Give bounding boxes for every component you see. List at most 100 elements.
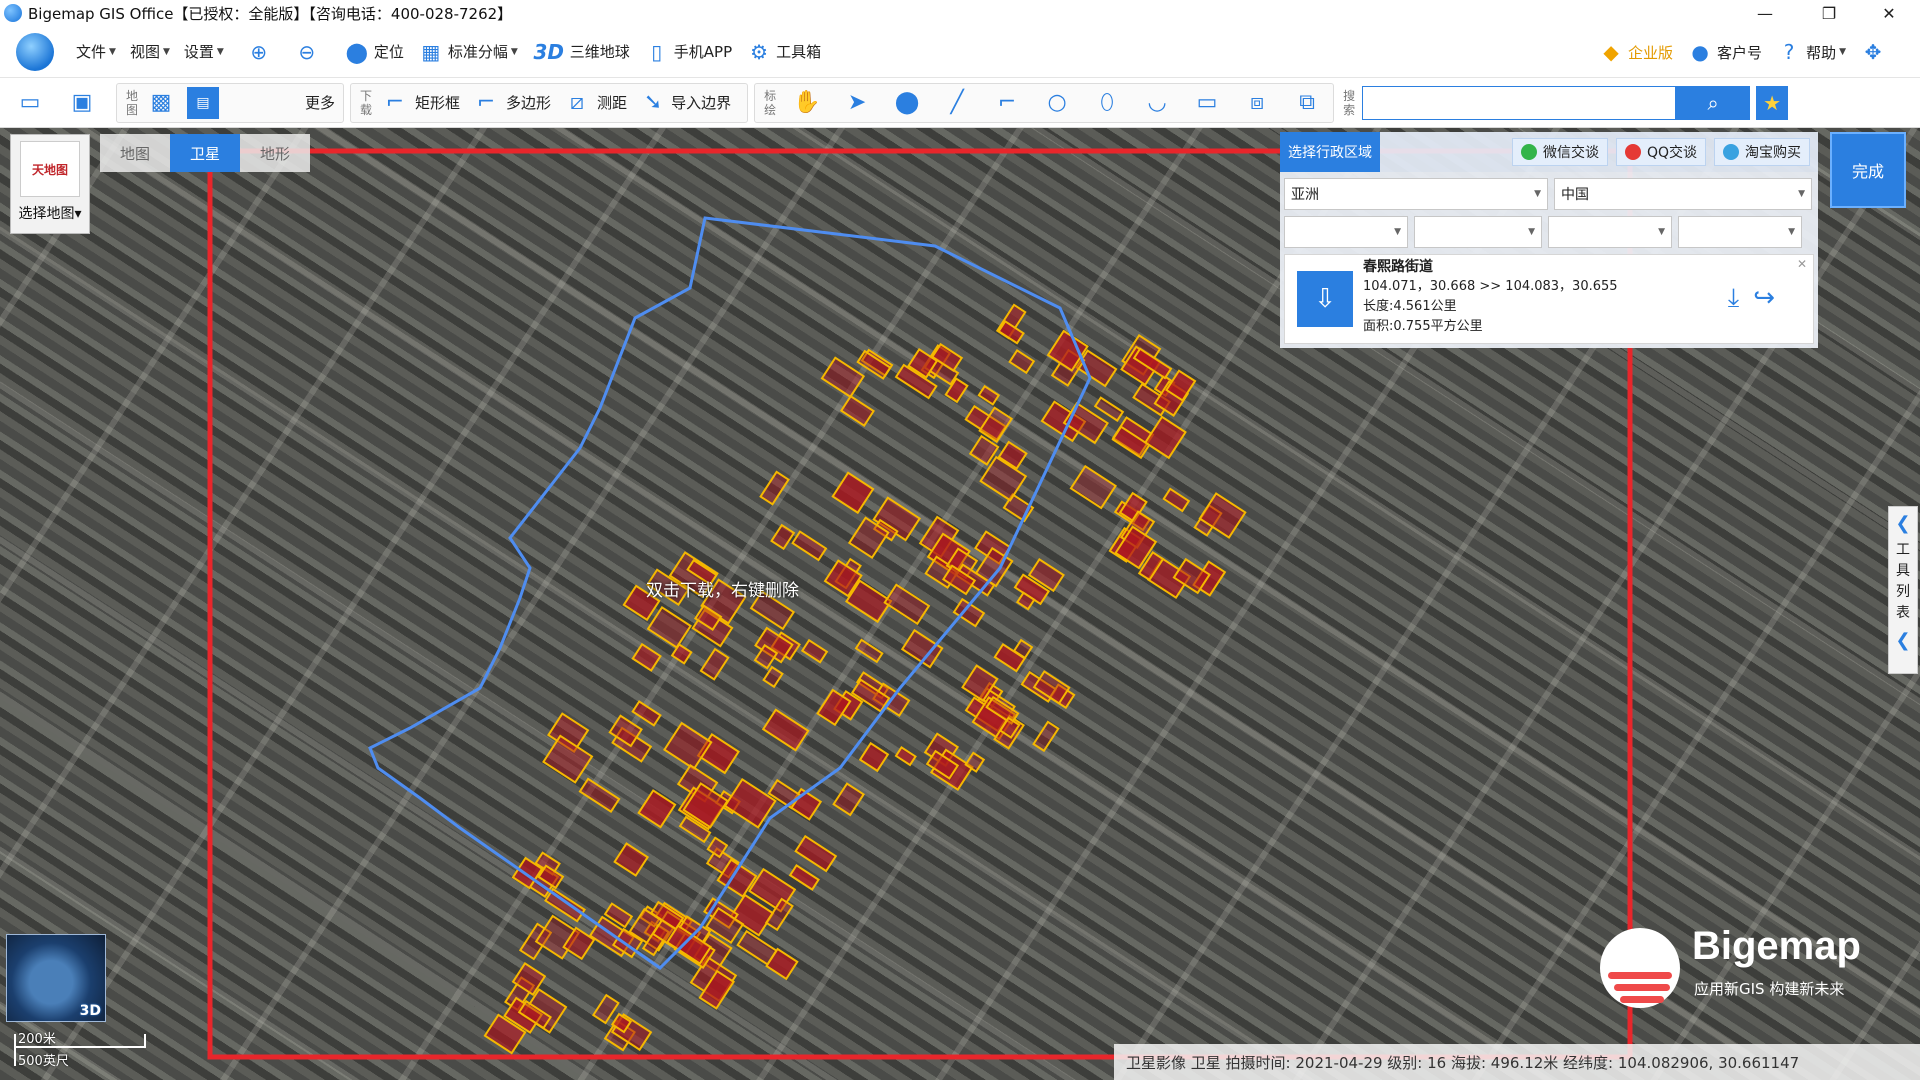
tab-map[interactable]: 地图 (100, 134, 170, 172)
help-button[interactable]: ? 帮助 ▼ (1776, 39, 1846, 65)
close-icon[interactable]: ✕ (1797, 257, 1807, 271)
expand-button[interactable]: ✥ (1860, 39, 1890, 65)
locate-button[interactable]: ⬤ 定位 (344, 39, 404, 65)
close-button[interactable]: ✕ (1866, 0, 1912, 26)
taobao-buy-button[interactable]: 淘宝购买 (1714, 138, 1810, 166)
wechat-chat-button[interactable]: 微信交谈 (1511, 138, 1608, 166)
region-result-card[interactable]: ⇩ 春熙路街道 104.071，30.668 >> 104.083，30.655… (1284, 254, 1814, 344)
building-footprint (791, 530, 828, 562)
polygon-select-button[interactable]: ⌐ 多边形 (470, 87, 551, 119)
continent-select[interactable]: 亚洲 ▼ (1284, 178, 1548, 210)
wechat-label: 微信交谈 (1542, 145, 1599, 161)
building-footprints (483, 303, 1247, 1055)
restore-button[interactable]: ❐ (1806, 0, 1852, 26)
toolbox-button[interactable]: ⚙ 工具箱 (746, 39, 821, 65)
three-d-badge: 3D (79, 1003, 101, 1019)
minimize-button[interactable]: — (1742, 0, 1788, 26)
menu-settings[interactable]: 设置 ▼ (184, 41, 224, 62)
zoom-in-button[interactable]: ⊕ (246, 39, 276, 65)
satellite-thumb-icon[interactable]: ▤ (187, 86, 219, 119)
chevron-down-icon: ▼ (1394, 227, 1401, 237)
tab-terrain[interactable]: 地形 (240, 134, 310, 172)
tab-satellite[interactable]: 卫星 (170, 134, 240, 172)
building-footprint (839, 394, 875, 427)
building-footprint (663, 721, 713, 771)
map-canvas[interactable]: 天地图 选择地图▾ 地图 卫星 地形 双击下载，右键删除 选择行政区域 微信交谈… (0, 128, 1920, 1080)
menu-file[interactable]: 文件 ▼ (76, 41, 116, 62)
circle-icon[interactable]: ○ (1041, 87, 1073, 119)
edit-shape-icon[interactable]: ⧉ (1291, 87, 1323, 119)
building-footprint (646, 606, 692, 649)
province-select[interactable]: ▼ (1284, 216, 1408, 248)
search-group-label: 搜索 (1343, 88, 1356, 117)
rect-select-label: 矩形框 (415, 94, 461, 112)
import-boundary-label: 导入边界 (671, 94, 732, 112)
building-footprint (1032, 720, 1060, 753)
three-d-globe-label: 三维地球 (569, 43, 630, 61)
building-footprint (1069, 464, 1117, 510)
mini-globe-3d[interactable]: 3D (6, 934, 106, 1022)
standard-grid-button[interactable]: ▦ 标准分幅 ▼ (418, 39, 517, 65)
favorites-button[interactable]: ★ (1756, 85, 1789, 120)
building-footprint (788, 864, 820, 891)
done-button[interactable]: 完成 (1830, 132, 1906, 208)
region-area: 面积:0.755平方公里 (1363, 319, 1483, 334)
save-icon[interactable]: ▣ (66, 87, 98, 119)
building-footprint (759, 470, 790, 506)
three-d-globe-button[interactable]: 3D 三维地球 (532, 39, 630, 65)
street-select[interactable]: ▼ (1678, 216, 1802, 248)
district-select[interactable]: ▼ (1548, 216, 1672, 248)
expand-arrows-icon: ✥ (1864, 40, 1882, 64)
city-select[interactable]: ▼ (1414, 216, 1542, 248)
secondary-toolbar: ▭ ▣ 地图 ▩ ▤ 更多 下载 ⌐ 矩形框 ⌐ 多边形 ⧄ 测距 ➘ 导入边界 标绘 … (0, 78, 1920, 128)
building-footprint (894, 746, 917, 767)
taobao-icon (1723, 144, 1739, 160)
download-icon[interactable]: ⤓ (1728, 283, 1740, 314)
map-source-selector[interactable]: 天地图 选择地图▾ (10, 134, 90, 234)
country-select[interactable]: 中国 ▼ (1554, 178, 1812, 210)
gear-icon: ⚙ (750, 39, 769, 64)
rectangle-icon[interactable]: ▭ (1191, 87, 1223, 119)
polyline-icon[interactable]: ⌐ (991, 87, 1023, 119)
search-group: 搜索 ⌕ ★ (1340, 83, 1789, 123)
brand-name: Bigemap (1692, 924, 1861, 968)
search-button[interactable]: ⌕ (1676, 85, 1751, 120)
standard-grid-label: 标准分幅 (447, 43, 508, 61)
mobile-app-button[interactable]: ▯ 手机APP (644, 39, 732, 65)
building-footprint (883, 583, 931, 626)
map-layers-icon[interactable]: ▩ (145, 87, 177, 119)
share-arrow-icon[interactable]: ↪ (1753, 283, 1775, 314)
more-button[interactable]: 更多 (305, 92, 335, 113)
rect-select-button[interactable]: ⌐ 矩形框 (379, 87, 460, 119)
pointer-arrow-icon[interactable]: ➤ (841, 87, 873, 119)
customer-button[interactable]: ● 客户号 (1687, 39, 1762, 65)
menu-view[interactable]: 视图 ▼ (130, 41, 170, 62)
chevron-down-icon: ▼ (1788, 227, 1795, 237)
three-d-icon: 3D (533, 39, 565, 64)
folder-open-icon[interactable]: ▭ (14, 87, 46, 119)
map-marker-icon[interactable]: ⬤ (891, 87, 923, 119)
hand-pan-icon[interactable]: ✋ (791, 87, 823, 119)
search-input[interactable] (1362, 85, 1677, 120)
tag-icon[interactable]: ⧈ (1241, 87, 1273, 119)
building-footprint (1008, 349, 1036, 375)
freehand-icon[interactable]: ⬯ (1091, 87, 1123, 119)
scale-imperial: 500英尺 (18, 1054, 69, 1069)
search-icon: ⌕ (1707, 90, 1719, 115)
building-footprint (832, 782, 865, 817)
building-footprint (858, 741, 890, 773)
enterprise-button[interactable]: ◆ 企业版 (1598, 39, 1673, 65)
curve-icon[interactable]: ◡ (1141, 87, 1173, 119)
line-icon[interactable]: ╱ (941, 87, 973, 119)
bigemap-logo-icon (16, 32, 54, 71)
download-group: 下载 ⌐ 矩形框 ⌐ 多边形 ⧄ 测距 ➘ 导入边界 (350, 82, 749, 123)
region-name: 春熙路街道 (1363, 259, 1433, 275)
building-footprint (591, 993, 620, 1025)
qq-chat-button[interactable]: QQ交谈 (1615, 138, 1706, 166)
building-footprint (1162, 487, 1191, 513)
chevron-down-icon: ▼ (1534, 189, 1541, 199)
import-boundary-button[interactable]: ➘ 导入边界 (637, 87, 731, 119)
tool-list-tab[interactable]: ❮ 工具列表 ❮ (1888, 506, 1918, 674)
measure-button[interactable]: ⧄ 测距 (561, 87, 627, 119)
zoom-out-button[interactable]: ⊖ (294, 39, 324, 65)
